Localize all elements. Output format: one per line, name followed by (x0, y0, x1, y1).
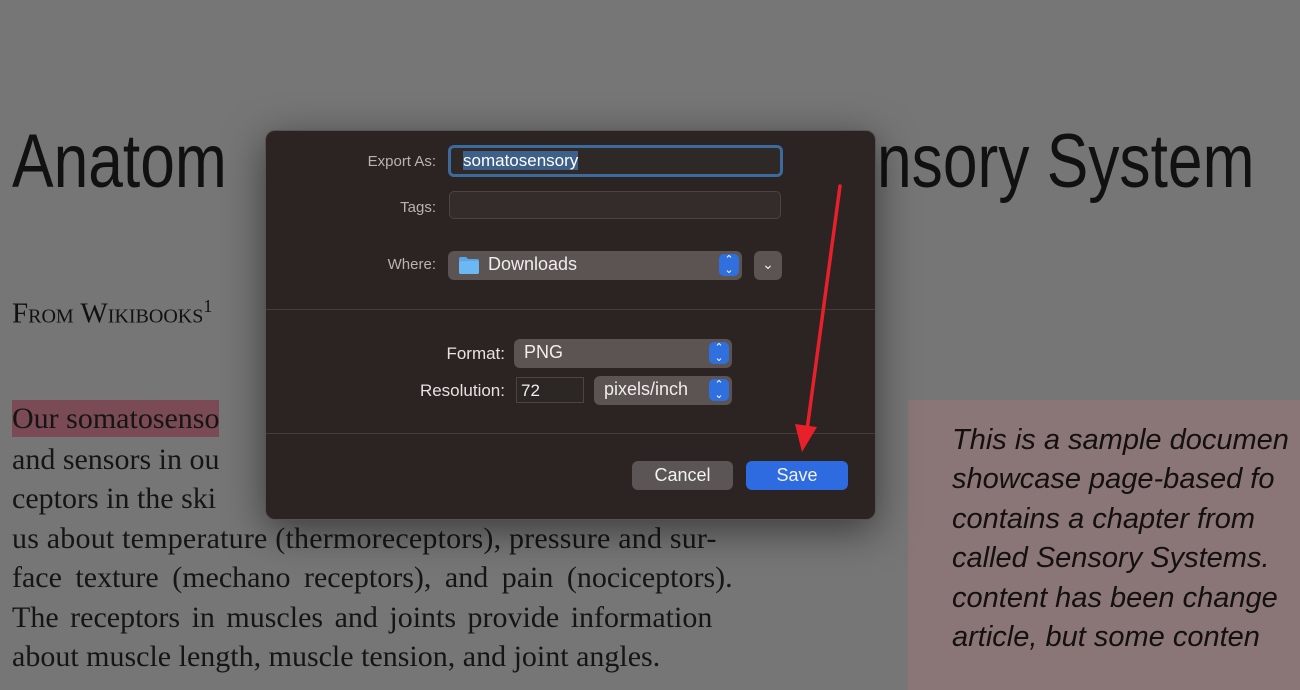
divider (266, 433, 875, 434)
export-as-value: somatosensory (463, 151, 579, 170)
sidebar-line: showcase page-based fo (952, 463, 1275, 495)
body-line: ceptors in the ski (12, 482, 217, 515)
body-line: about muscle length, muscle tension, and… (12, 640, 661, 673)
folder-icon (459, 257, 479, 274)
subtitle-text: From Wikibooks (12, 297, 204, 330)
highlighted-text: Our somatosenso (12, 400, 220, 437)
format-value: PNG (524, 342, 564, 362)
doc-subtitle: From Wikibooks1 (12, 296, 212, 331)
save-button[interactable]: Save (746, 461, 848, 490)
sidebar-line: called Sensory Systems. (952, 542, 1270, 574)
resolution-label: Resolution: (419, 381, 505, 400)
up-down-chevron-icon: ⌃ ⌄ (709, 379, 729, 401)
tags-input[interactable] (449, 191, 781, 219)
export-as-input[interactable]: somatosensory (448, 145, 783, 177)
sidebar-line: article, but some conten (952, 621, 1260, 653)
sidebar-line: contains a chapter from (952, 503, 1256, 535)
chevron-down-icon: ⌄ (762, 256, 774, 272)
export-dialog: Export As: somatosensory Tags: Where: Do… (265, 130, 876, 520)
doc-title-right: nsory System (877, 119, 1255, 204)
body-line: face texture (mechano receptors), and pa… (12, 561, 733, 594)
up-down-chevron-icon: ⌃ ⌄ (719, 254, 739, 276)
where-value: Downloads (488, 254, 578, 274)
where-popup[interactable]: Downloads ⌃ ⌄ (448, 251, 742, 280)
export-as-label: Export As: (367, 153, 436, 170)
where-label: Where: (387, 256, 436, 273)
expand-button[interactable]: ⌄ (754, 251, 782, 280)
body-line: and sensors in ou (12, 443, 220, 476)
resolution-input[interactable]: 72 (516, 377, 584, 403)
format-popup[interactable]: PNG ⌃ ⌄ (514, 339, 732, 368)
divider (266, 309, 875, 310)
sidebar-note: This is a sample documen showcase page-b… (908, 400, 1300, 690)
doc-title-left: Anatom (12, 119, 227, 204)
cancel-button[interactable]: Cancel (632, 461, 733, 490)
sidebar-line: content has been change (952, 582, 1278, 614)
body-line: The receptors in muscles and joints prov… (12, 601, 713, 634)
format-label: Format: (446, 344, 505, 363)
footnote-marker: 1 (203, 296, 213, 316)
up-down-chevron-icon: ⌃ ⌄ (709, 342, 729, 364)
tags-label: Tags: (400, 199, 436, 216)
resolution-unit-popup[interactable]: pixels/inch ⌃ ⌄ (594, 376, 732, 405)
sidebar-line: This is a sample documen (952, 424, 1289, 456)
body-line: us about temperature (thermoreceptors), … (12, 522, 717, 555)
resolution-unit-value: pixels/inch (604, 379, 689, 399)
